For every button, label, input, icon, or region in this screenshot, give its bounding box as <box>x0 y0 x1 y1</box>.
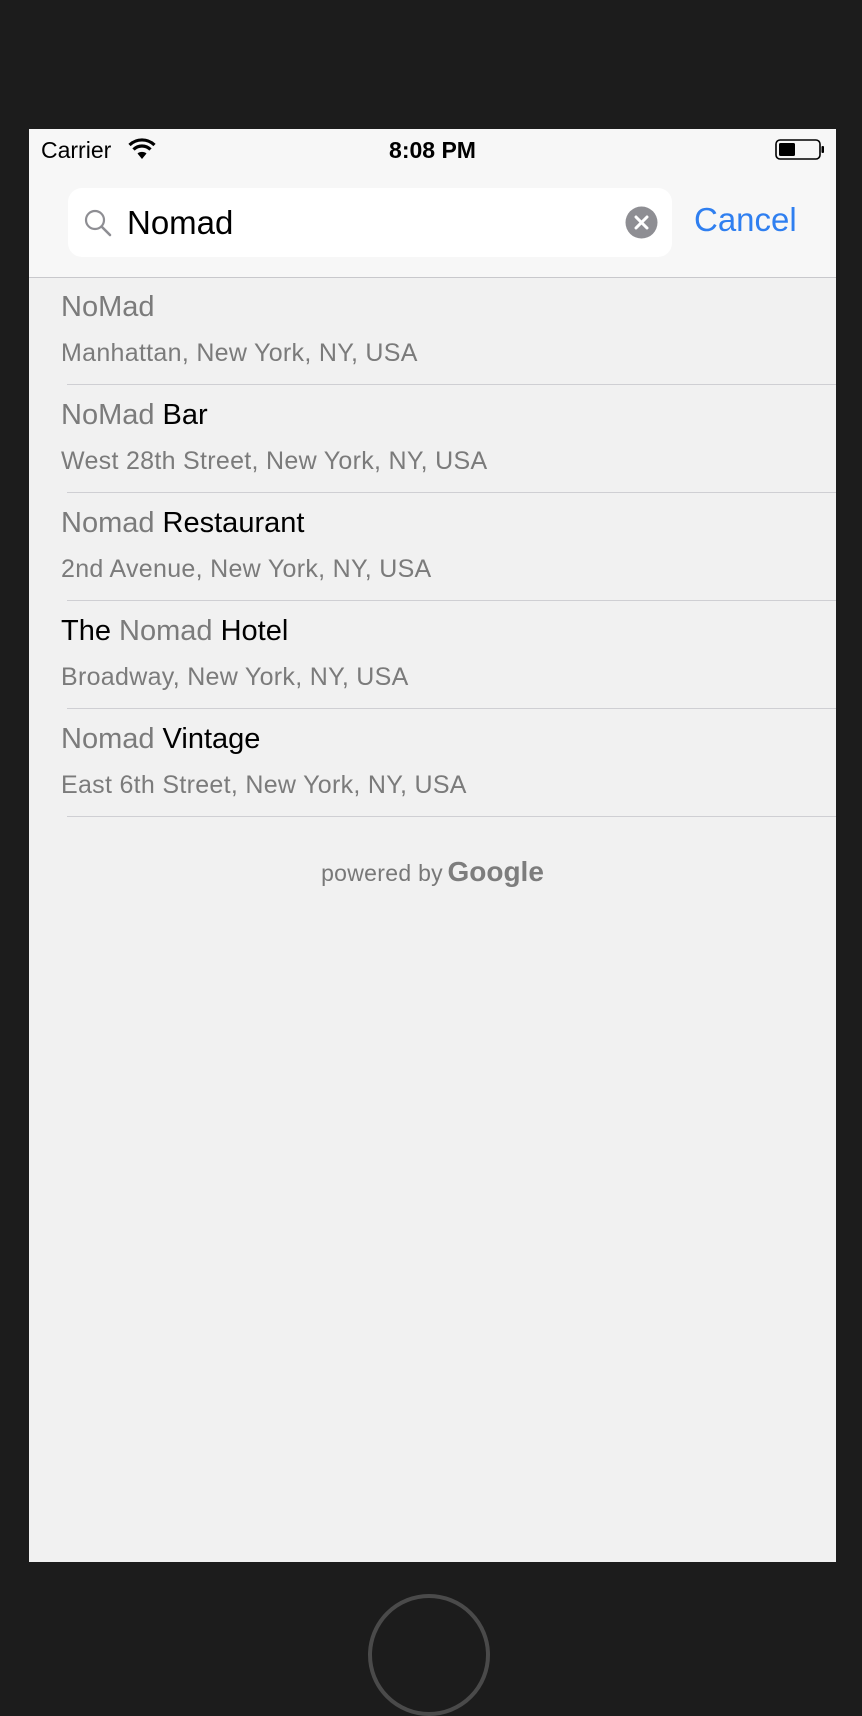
search-input[interactable]: Nomad <box>68 188 672 257</box>
phone-screen: Carrier 8:08 PM Nomad Cancel NoMad Manha… <box>29 129 836 1562</box>
result-title: The Nomad Hotel <box>61 615 288 648</box>
result-subtitle: Manhattan, New York, NY, USA <box>61 339 418 367</box>
title-text: Restaurant <box>154 507 305 539</box>
result-title: Nomad Vintage <box>61 723 260 756</box>
result-row[interactable]: Nomad Vintage East 6th Street, New York, … <box>29 709 836 817</box>
result-row[interactable]: NoMad Bar West 28th Street, New York, NY,… <box>29 385 836 493</box>
matched-text: NoMad <box>61 291 155 323</box>
result-subtitle: Broadway, New York, NY, USA <box>61 663 409 691</box>
result-subtitle: 2nd Avenue, New York, NY, USA <box>61 555 432 583</box>
search-header: Carrier 8:08 PM Nomad Cancel <box>29 129 836 278</box>
google-logo: Google <box>447 856 544 887</box>
result-subtitle: West 28th Street, New York, NY, USA <box>61 447 488 475</box>
result-row[interactable]: Nomad Restaurant 2nd Avenue, New York, NY… <box>29 493 836 601</box>
title-text: The <box>61 615 120 647</box>
powered-by-google: powered by Google <box>29 856 836 888</box>
result-title: NoMad Bar <box>61 399 208 432</box>
battery-icon <box>775 139 824 160</box>
title-text: Vintage <box>154 723 261 755</box>
title-text: Hotel <box>212 615 289 647</box>
matched-text: Nomad <box>119 615 213 647</box>
result-subtitle: East 6th Street, New York, NY, USA <box>61 771 467 799</box>
search-query[interactable]: Nomad <box>127 204 233 242</box>
result-title: Nomad Restaurant <box>61 507 304 540</box>
powered-by-label: powered by <box>321 860 443 886</box>
result-row[interactable]: NoMad Manhattan, New York, NY, USA <box>29 277 836 385</box>
results-list: NoMad Manhattan, New York, NY, USA NoMad B… <box>29 277 836 817</box>
result-title: NoMad <box>61 291 155 324</box>
title-text: Bar <box>154 399 208 431</box>
search-icon <box>84 209 112 237</box>
status-time: 8:08 PM <box>389 137 476 163</box>
result-row[interactable]: The Nomad Hotel Broadway, New York, NY, U… <box>29 601 836 709</box>
matched-text: Nomad <box>61 723 155 755</box>
clear-icon[interactable] <box>625 206 658 239</box>
matched-text: Nomad <box>61 507 155 539</box>
cancel-button[interactable]: Cancel <box>694 201 797 239</box>
matched-text: NoMad <box>61 399 155 431</box>
status-bar: Carrier 8:08 PM <box>29 129 836 169</box>
home-button[interactable] <box>368 1594 490 1716</box>
